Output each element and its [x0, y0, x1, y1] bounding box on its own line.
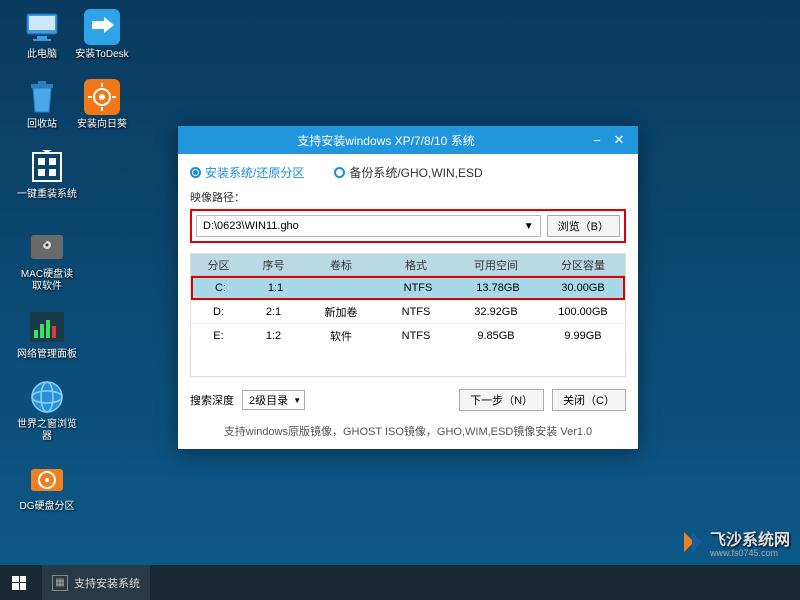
table-row[interactable]: C: 1:1 NTFS 13.78GB 30.00GB — [191, 276, 625, 300]
browse-button[interactable]: 浏览（B） — [547, 215, 620, 237]
icon-sunlogin[interactable]: 安装向日葵 — [72, 78, 132, 131]
icon-world-browser[interactable]: 世界之窗浏览 器 — [12, 378, 82, 443]
watermark: 飞沙系统网 www.fs0745.com — [680, 526, 790, 558]
partition-table: 分区 序号 卷标 格式 可用空间 分区容量 C: 1:1 NTFS 13.78G… — [190, 253, 626, 377]
icon-label: 世界之窗浏览 器 — [12, 419, 82, 443]
depth-select[interactable]: 2级目录 — [242, 390, 305, 410]
icon-mac-disk[interactable]: MAC硬盘读 取软件 — [12, 228, 82, 293]
radio-label: 安装系统/还原分区 — [205, 164, 304, 181]
close-window-button[interactable]: 关闭（C） — [552, 389, 626, 411]
table-row[interactable]: D: 2:1 新加卷 NTFS 32.92GB 100.00GB — [191, 300, 625, 324]
window-title: 支持安装windows XP/7/8/10 系统 — [186, 132, 586, 149]
radio-backup[interactable]: 备份系统/GHO,WIN,ESD — [334, 164, 482, 181]
table-header: 分区 序号 卷标 格式 可用空间 分区容量 — [191, 254, 625, 276]
path-label: 映像路径： — [190, 189, 626, 205]
icon-label: 一键重装系统 — [12, 189, 82, 201]
icon-label: 安装ToDesk — [72, 49, 132, 61]
path-value: D:\0623\WIN11.gho — [203, 220, 299, 232]
radio-icon — [334, 167, 345, 178]
icon-network-panel[interactable]: 网络管理面板 — [12, 308, 82, 361]
watermark-logo-icon — [680, 530, 704, 554]
table-row[interactable]: E: 1:2 软件 NTFS 9.85GB 9.99GB — [191, 324, 625, 348]
icon-dg-partition[interactable]: DG硬盘分区 — [12, 460, 82, 513]
taskbar-item[interactable]: ▦ 支持安装系统 — [42, 565, 150, 600]
install-window: 支持安装windows XP/7/8/10 系统 − ✕ 安装系统/还原分区 备… — [178, 126, 638, 449]
close-button[interactable]: ✕ — [608, 132, 630, 148]
app-icon: ▦ — [52, 575, 68, 591]
col-size: 分区容量 — [541, 257, 625, 273]
watermark-url: www.fs0745.com — [710, 548, 790, 558]
icon-label: 此电脑 — [12, 49, 72, 61]
titlebar[interactable]: 支持安装windows XP/7/8/10 系统 − ✕ — [178, 126, 638, 154]
start-button[interactable] — [0, 565, 38, 600]
icon-label: 回收站 — [12, 119, 72, 131]
icon-label: DG硬盘分区 — [12, 501, 82, 513]
chevron-down-icon: ▼ — [524, 221, 534, 232]
minimize-button[interactable]: − — [586, 133, 608, 148]
depth-label: 搜索深度 — [190, 392, 234, 408]
col-label: 卷标 — [301, 257, 381, 273]
col-format: 格式 — [381, 257, 451, 273]
path-row-highlight: D:\0623\WIN11.gho ▼ 浏览（B） — [190, 209, 626, 243]
next-button[interactable]: 下一步（N） — [459, 389, 544, 411]
col-index: 序号 — [246, 257, 301, 273]
watermark-text: 飞沙系统网 — [710, 532, 790, 549]
icon-label: MAC硬盘读 取软件 — [12, 269, 82, 293]
radio-label: 备份系统/GHO,WIN,ESD — [349, 164, 482, 181]
icon-label: 安装向日葵 — [72, 119, 132, 131]
footer-note: 支持windows原版镜像，GHOST ISO镜像，GHO,WIM,ESD镜像安… — [190, 417, 626, 439]
icon-reinstall[interactable]: 一键重装系统 — [12, 148, 82, 201]
icon-recycle-bin[interactable]: 回收站 — [12, 78, 72, 131]
image-path-dropdown[interactable]: D:\0623\WIN11.gho ▼ — [196, 215, 541, 237]
radio-icon — [190, 167, 201, 178]
taskbar-item-label: 支持安装系统 — [74, 575, 140, 591]
taskbar: ▦ 支持安装系统 — [0, 565, 800, 600]
icon-todesk[interactable]: 安装ToDesk — [72, 8, 132, 61]
radio-install[interactable]: 安装系统/还原分区 — [190, 164, 304, 181]
icon-label: 网络管理面板 — [12, 349, 82, 361]
windows-icon — [12, 576, 26, 590]
icon-this-pc[interactable]: 此电脑 — [12, 8, 72, 61]
col-free: 可用空间 — [451, 257, 541, 273]
col-partition: 分区 — [191, 257, 246, 273]
